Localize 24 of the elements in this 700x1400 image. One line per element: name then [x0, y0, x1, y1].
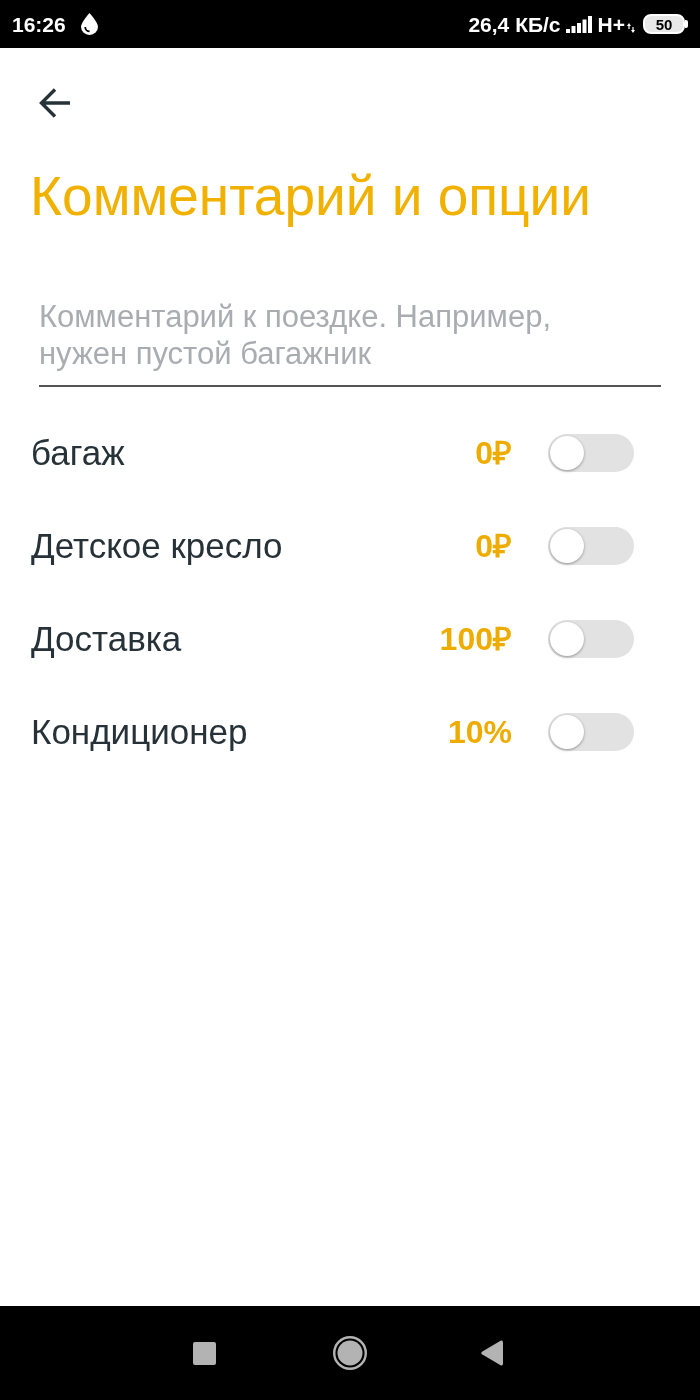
circle-icon[interactable] — [333, 1336, 367, 1370]
data-arrows-icon — [627, 23, 635, 33]
drop-icon — [80, 13, 98, 35]
option-price: 100₽ — [439, 619, 512, 658]
option-label: Кондиционер — [31, 710, 249, 753]
back-arrow-icon[interactable] — [39, 88, 70, 118]
option-price: 0₽ — [475, 433, 512, 472]
square-icon[interactable] — [193, 1341, 216, 1365]
network-type: H+ — [597, 13, 625, 35]
toggle-switch[interactable] — [548, 619, 634, 658]
signal-icon — [565, 15, 592, 33]
option-price: 10% — [447, 712, 512, 751]
status-time: 16:26 — [12, 13, 66, 35]
toggle-switch[interactable] — [548, 526, 634, 565]
option-price: 0₽ — [475, 526, 512, 565]
toggle-switch[interactable] — [548, 433, 634, 472]
option-label: багаж — [31, 431, 126, 474]
battery-indicator: 50 — [643, 14, 688, 34]
network-speed: 26,4 КБ/с — [468, 13, 561, 35]
comment-field[interactable]: Комментарий к поездке. Например, нужен пустой багажник — [39, 298, 661, 387]
option-label: Доставка — [31, 617, 183, 660]
option-label: Детское кресло — [31, 524, 284, 567]
toggle-switch[interactable] — [548, 712, 634, 751]
back-icon[interactable] — [481, 1340, 503, 1366]
